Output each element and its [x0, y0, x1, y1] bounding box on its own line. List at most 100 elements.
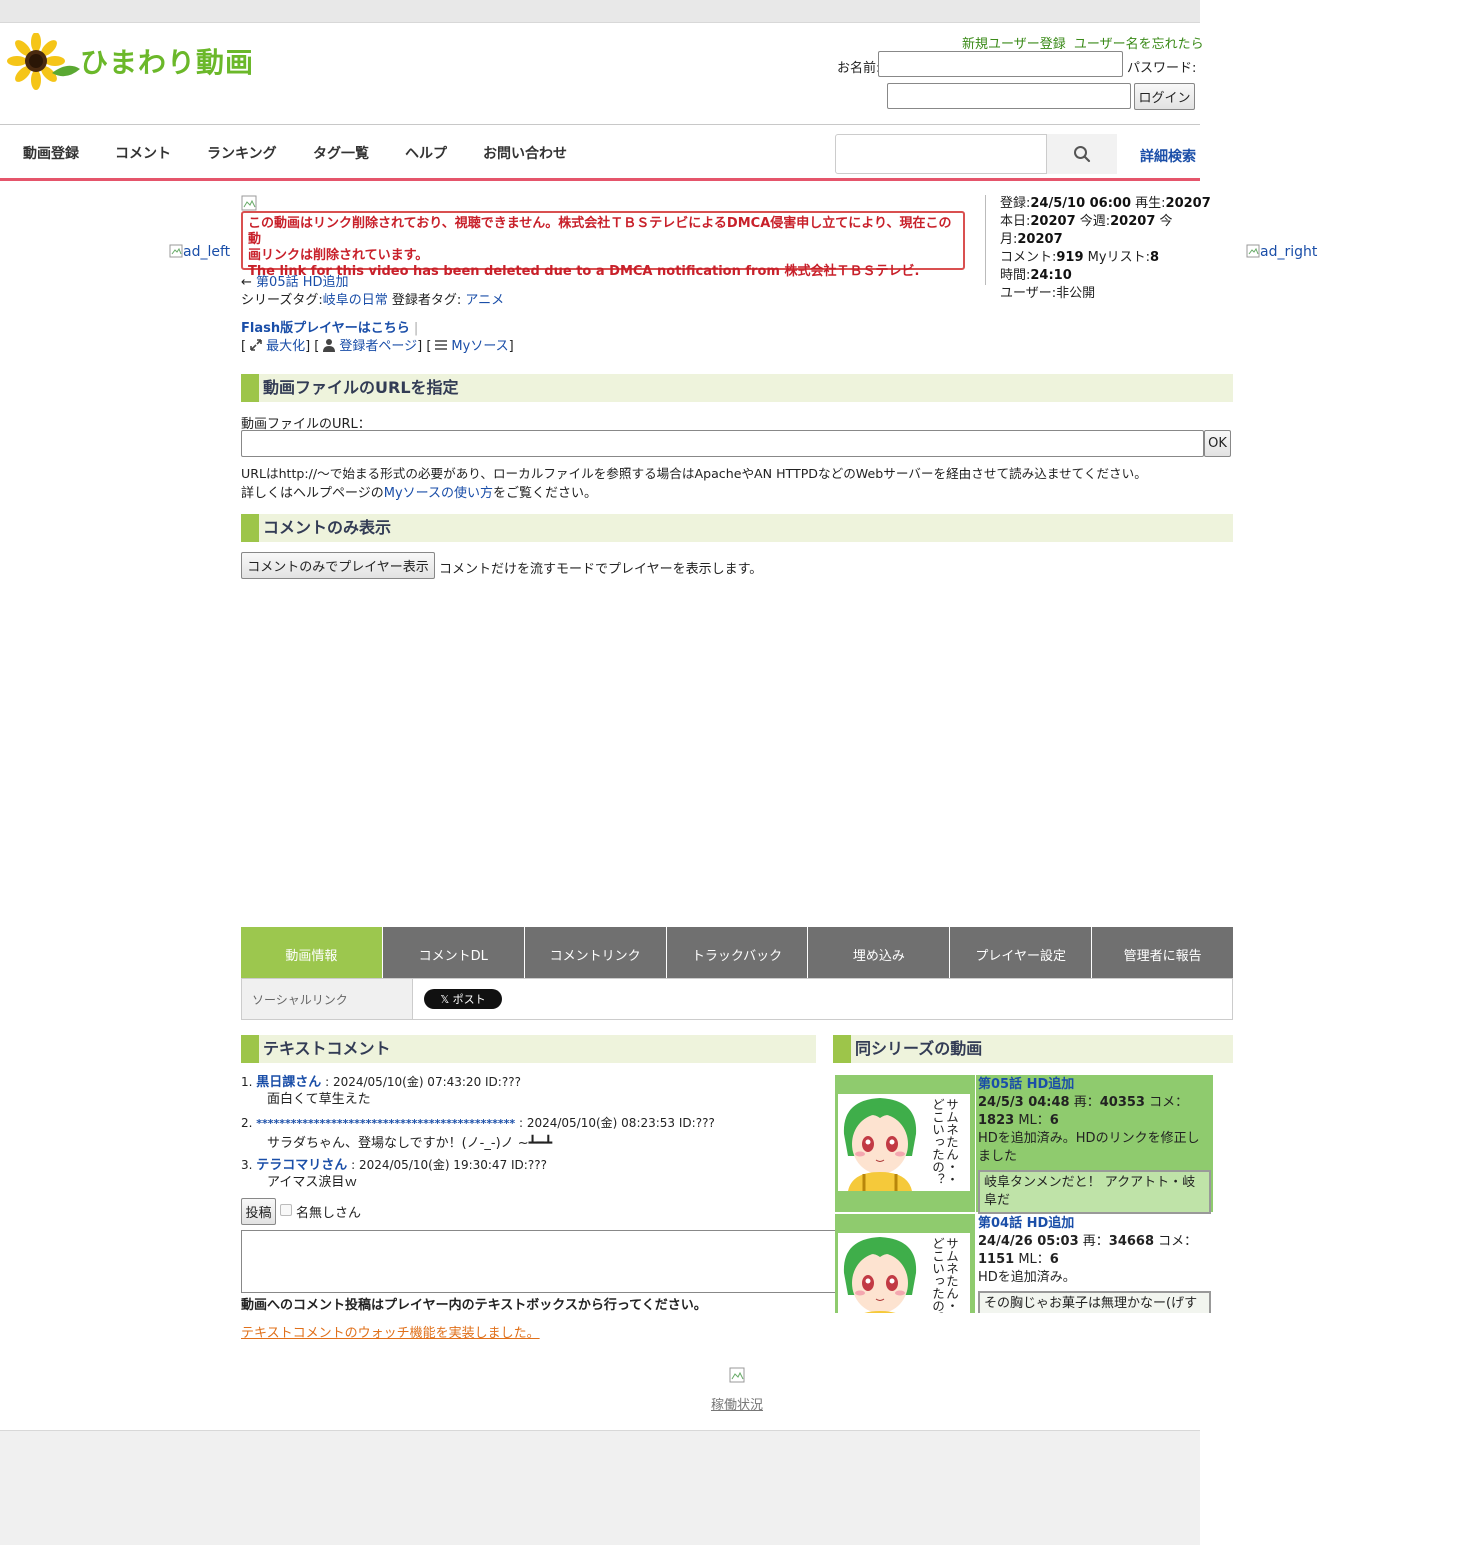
- url-section-heading: 動画ファイルのURLを指定: [241, 374, 1233, 402]
- video-thumbnail[interactable]: サムネたん・・どこいったの？: [835, 1214, 975, 1313]
- nav-item-upload[interactable]: 動画登録: [23, 143, 79, 163]
- thumbnail-image: サムネたん・・どこいったの？: [838, 1094, 970, 1191]
- series-video-title-link[interactable]: 第04話 HD追加: [978, 1216, 1074, 1231]
- comments-value: 919: [1056, 250, 1084, 265]
- tab-player-settings[interactable]: プレイヤー設定: [950, 927, 1093, 978]
- advanced-search-link[interactable]: 詳細検索: [1140, 146, 1196, 166]
- ad-left-image[interactable]: ad_left: [169, 244, 230, 260]
- series-video-item[interactable]: サムネたん・・どこいったの？ 第04話 HD追加 24/4/26 05:03 再…: [835, 1214, 1213, 1313]
- server-status-link[interactable]: 稼働状況: [711, 1394, 763, 1413]
- prev-video-line: ← 第05話 HD追加: [241, 271, 349, 290]
- tab-embed[interactable]: 埋め込み: [808, 927, 951, 978]
- tab-comment-dl[interactable]: コメントDL: [382, 927, 525, 978]
- maximize-link[interactable]: 最大化: [266, 339, 305, 354]
- maximize-icon: [250, 339, 262, 351]
- forgot-username-link[interactable]: ユーザー名を忘れたら: [1074, 37, 1204, 52]
- social-links-row: ソーシャルリンク 𝕏 ポスト: [241, 978, 1233, 1020]
- dmca-text-jp-1: この動画はリンク削除されており、視聴できません。株式会社ＴＢＳテレビによるDMC…: [248, 216, 952, 247]
- dmca-text-jp-2: 画リンクは削除されています。: [248, 248, 429, 263]
- week-value: 20207: [1110, 214, 1156, 229]
- mysource-link[interactable]: Myソース: [451, 339, 508, 354]
- password-input[interactable]: [887, 83, 1131, 109]
- uploader-page-link[interactable]: 登録者ページ: [339, 339, 417, 354]
- today-label: 本日:: [1000, 214, 1031, 229]
- nav-item-ranking[interactable]: ランキング: [207, 143, 277, 163]
- thumbnail-caption: サムネたん・・どこいったの？: [930, 1098, 959, 1186]
- series-heading: 同シリーズの動画: [833, 1035, 1233, 1063]
- separator: |: [413, 321, 419, 336]
- help-note-post: をご覧ください。: [493, 486, 598, 501]
- broken-image-icon: [241, 195, 257, 211]
- text-comment-heading: テキストコメント: [241, 1035, 816, 1063]
- url-note: URLはhttp://～で始まる形式の必要があり、ローカルファイルを参照する場合…: [241, 466, 1147, 481]
- series-video-plays: 40353: [1099, 1095, 1145, 1110]
- comment-meta: : 2024/05/10(金) 08:23:53 ID:???: [515, 1116, 715, 1130]
- prev-video-link[interactable]: 第05話 HD追加: [256, 275, 348, 290]
- registered-label: 登録:: [1000, 196, 1031, 211]
- video-stats: 登録:24/5/10 06:00 再生:20207 本日:20207 今週:20…: [985, 195, 1225, 301]
- comment-textarea[interactable]: [241, 1230, 841, 1293]
- search-button[interactable]: [1046, 134, 1117, 174]
- account-links: 新規ユーザー登録 ユーザー名を忘れたら: [958, 33, 1204, 52]
- search-icon: [1074, 146, 1091, 163]
- footer-area: [0, 1430, 1200, 1545]
- register-link[interactable]: 新規ユーザー登録: [962, 37, 1066, 52]
- tab-trackback[interactable]: トラックバック: [666, 927, 809, 978]
- duration-value: 24:10: [1030, 268, 1072, 283]
- series-video-comments: 1151: [978, 1252, 1015, 1267]
- anonymous-label: 名無しさん: [296, 1206, 362, 1221]
- series-list: サムネたん・・どこいったの？ 第05話 HD追加 24/5/3 04:48 再：…: [835, 1075, 1213, 1313]
- help-note-pre: 詳しくはヘルプページの: [241, 486, 384, 501]
- series-video-comments: 1823: [978, 1113, 1015, 1128]
- series-video-mylist: 6: [1049, 1113, 1059, 1128]
- plays-label: 再：: [1069, 1095, 1100, 1110]
- tab-video-info[interactable]: 動画情報: [241, 927, 383, 978]
- video-url-input[interactable]: [241, 430, 1204, 457]
- anonymous-checkbox[interactable]: [280, 1204, 292, 1216]
- user-icon: [323, 339, 336, 352]
- username-input[interactable]: [878, 51, 1123, 77]
- nav-item-comments[interactable]: コメント: [115, 143, 171, 163]
- flash-player-link[interactable]: Flash版プレイヤーはこちら: [241, 321, 410, 336]
- login-button[interactable]: ログイン: [1134, 83, 1195, 110]
- dmca-text-en: The link for this video has been deleted…: [248, 264, 920, 279]
- comment-author-link[interactable]: テラコマリさん: [256, 1158, 347, 1173]
- nav-item-tags[interactable]: タグ一覧: [313, 143, 369, 163]
- mylist-label: Myリスト:: [1083, 250, 1150, 265]
- name-label: お名前:: [837, 61, 881, 76]
- user-tag-label: 登録者タグ:: [387, 293, 466, 308]
- site-logo[interactable]: ひまわり動画: [6, 33, 256, 91]
- comment-number: 3.: [241, 1158, 253, 1172]
- comment-author-link[interactable]: ****************************************…: [256, 1117, 515, 1130]
- logo-text: ひまわり動画: [80, 46, 255, 79]
- mylist-label: ML：: [1014, 1252, 1050, 1267]
- series-video-item[interactable]: サムネたん・・どこいったの？ 第05話 HD追加 24/5/3 04:48 再：…: [835, 1075, 1213, 1214]
- mysource-help-link[interactable]: Myソースの使い方: [384, 486, 493, 501]
- comment-only-desc: コメントだけを流すモードでプレイヤーを表示します。: [439, 562, 763, 577]
- comment-number: 2.: [241, 1116, 253, 1130]
- registered-value: 24/5/10 06:00: [1030, 196, 1132, 211]
- video-thumbnail[interactable]: サムネたん・・どこいったの？: [835, 1075, 975, 1212]
- comment-only-player-button[interactable]: コメントのみでプレイヤー表示: [241, 552, 435, 579]
- user-visibility: ユーザー:非公開: [1000, 286, 1096, 301]
- nav-item-contact[interactable]: お問い合わせ: [483, 143, 567, 163]
- watch-feature-link[interactable]: テキストコメントのウォッチ機能を実装しました。: [241, 1322, 540, 1341]
- ad-right-image[interactable]: ad_right: [1246, 244, 1317, 260]
- comment-text: 面白くて草生えた: [267, 1092, 371, 1107]
- nav-item-help[interactable]: ヘルプ: [405, 143, 447, 163]
- comment-text: サラダちゃん、登場なしですか！(ノ-_-)ノ ~┻━┻: [267, 1136, 553, 1151]
- series-video-title-link[interactable]: 第05話 HD追加: [978, 1077, 1074, 1092]
- x-post-button[interactable]: 𝕏 ポスト: [424, 989, 502, 1009]
- comment-author-link[interactable]: 黒日課さん: [256, 1075, 321, 1090]
- tab-comment-link[interactable]: コメントリンク: [524, 927, 667, 978]
- series-video-desc: HDを追加済み。: [978, 1270, 1076, 1285]
- url-ok-button[interactable]: OK: [1204, 430, 1231, 457]
- post-comment-button[interactable]: 投稿: [241, 1198, 276, 1225]
- series-video-desc: HDを追加済み。HDのリンクを修正しました: [978, 1131, 1200, 1164]
- comment-meta: : 2024/05/10(金) 07:43:20 ID:???: [321, 1075, 521, 1089]
- user-tag-link[interactable]: アニメ: [465, 293, 504, 308]
- comment-item: 1. 黒日課さん : 2024/05/10(金) 07:43:20 ID:???…: [241, 1074, 521, 1108]
- mylist-value: 8: [1149, 250, 1160, 265]
- series-tag-link[interactable]: 岐阜の日常: [323, 293, 388, 308]
- tab-report[interactable]: 管理者に報告: [1092, 927, 1234, 978]
